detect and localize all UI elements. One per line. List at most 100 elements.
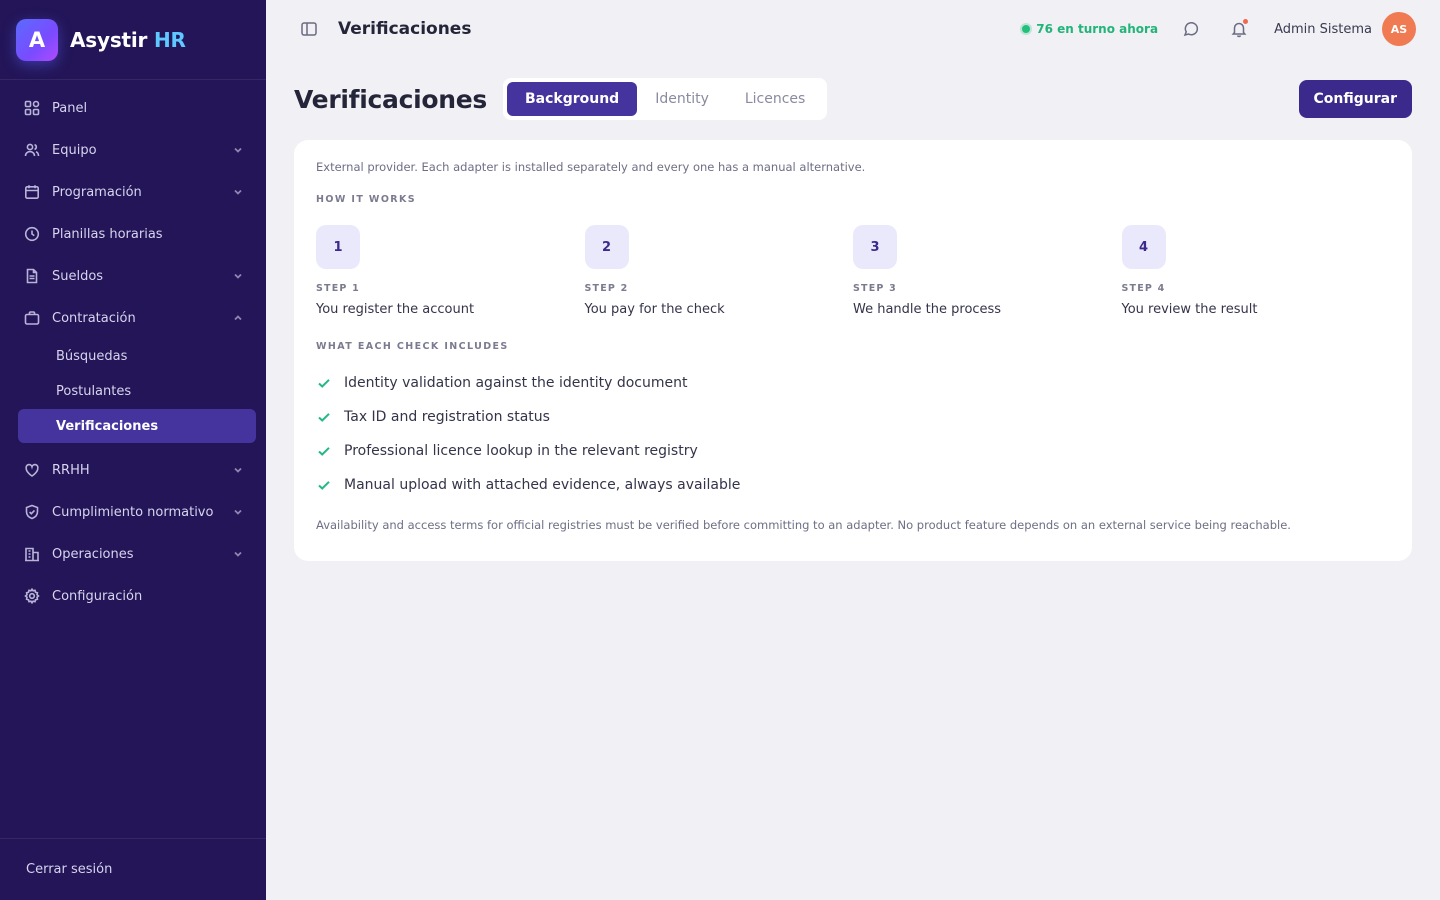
step-number: 4 — [1121, 225, 1166, 269]
user-name[interactable]: Admin Sistema — [1274, 22, 1372, 37]
step-label: STEP 1 — [316, 283, 360, 294]
step-label: STEP 2 — [584, 283, 629, 294]
grid-icon — [24, 100, 40, 116]
card-footnote: Availability and access terms for offici… — [316, 518, 1291, 532]
users-icon — [24, 142, 40, 158]
sidebar-item-label: RRHH — [52, 462, 90, 478]
building-icon — [24, 546, 40, 562]
notifications-button[interactable] — [1230, 19, 1249, 38]
avatar[interactable]: AS — [1382, 12, 1416, 46]
chevron-down-icon — [232, 270, 244, 282]
step-text: You register the account — [316, 302, 475, 317]
sidebar-item-label: Operaciones — [52, 546, 134, 562]
list-item: Tax ID and registration status — [316, 400, 1390, 434]
gear-icon — [24, 588, 40, 604]
sidebar-item-contratacion[interactable]: Contratación — [0, 297, 266, 339]
step-text: We handle the process — [853, 302, 1002, 317]
sidebar-toggle-button[interactable] — [300, 20, 318, 38]
calendar-icon — [24, 184, 40, 200]
chevron-down-icon — [232, 186, 244, 198]
sidebar-item-label: Programación — [52, 184, 142, 200]
sidebar-item-rrhh[interactable]: RRHH — [0, 449, 266, 491]
document-icon — [24, 268, 40, 284]
how-it-works-label: HOW IT WORKS — [316, 194, 417, 205]
step-label: STEP 4 — [1121, 283, 1166, 294]
sidebar-item-sueldos[interactable]: Sueldos — [0, 255, 266, 297]
chevron-down-icon — [232, 548, 244, 560]
card-description: External provider. Each adapter is insta… — [316, 160, 866, 174]
sidebar-item-equipo[interactable]: Equipo — [0, 129, 266, 171]
step-item: 2 STEP 2 You pay for the check — [584, 225, 854, 317]
brand-name: Asystir HR — [70, 28, 186, 52]
configure-button[interactable]: Configurar — [1298, 80, 1412, 118]
sidebar-subitem-busquedas[interactable]: Búsquedas — [0, 339, 266, 374]
sidebar-item-label: Sueldos — [52, 268, 104, 284]
sidebar-item-label: Configuración — [52, 588, 143, 604]
check-icon — [317, 478, 331, 492]
includes-label: WHAT EACH CHECK INCLUDES — [316, 341, 509, 352]
page-header: Verificaciones Background Identity Licen… — [294, 78, 1412, 120]
steps-list: 1 STEP 1 You register the account 2 STEP… — [316, 225, 1390, 317]
sidebar-item-label: Panel — [52, 100, 88, 116]
sidebar-item-configuracion[interactable]: Configuración — [0, 575, 266, 617]
chat-button[interactable] — [1182, 20, 1200, 38]
step-number: 2 — [584, 225, 629, 269]
chevron-up-icon — [232, 312, 244, 324]
step-item: 1 STEP 1 You register the account — [316, 225, 585, 317]
sidebar-item-label: Planillas horarias — [52, 226, 163, 242]
oncall-status[interactable]: 76 en turno ahora — [1022, 22, 1158, 36]
step-item: 3 STEP 3 We handle the process — [853, 225, 1122, 317]
brand-logo: A — [16, 18, 58, 61]
tab-background[interactable]: Background — [506, 82, 638, 116]
sidebar-item-cumplimiento-normativo[interactable]: Cumplimiento normativo — [0, 491, 266, 533]
tab-licences[interactable]: Licences — [727, 82, 823, 116]
chevron-down-icon — [232, 506, 244, 518]
sidebar-item-label: Equipo — [52, 142, 97, 158]
shield-icon — [24, 504, 40, 520]
check-icon — [317, 444, 331, 458]
list-item: Identity validation against the identity… — [316, 366, 1390, 400]
page-title: Verificaciones — [294, 84, 487, 114]
sidebar-nav: Panel Equipo Programación Planillas hora… — [0, 80, 266, 617]
sidebar-subitem-verificaciones[interactable]: Verificaciones — [18, 409, 256, 443]
topbar: Verificaciones 76 en turno ahora Admin S… — [266, 0, 1440, 58]
heart-icon — [24, 462, 40, 478]
list-item: Professional licence lookup in the relev… — [316, 434, 1390, 468]
chat-bubble-icon — [1183, 21, 1199, 37]
briefcase-icon — [24, 310, 40, 326]
sidebar-item-programacion[interactable]: Programación — [0, 171, 266, 213]
sidebar-toggle-icon — [301, 22, 317, 36]
list-item-text: Identity validation against the identity… — [344, 375, 688, 391]
sidebar-subitem-postulantes[interactable]: Postulantes — [0, 374, 266, 409]
sidebar-item-planillas-horarias[interactable]: Planillas horarias — [0, 213, 266, 255]
step-text: You review the result — [1121, 302, 1258, 317]
sidebar-item-operaciones[interactable]: Operaciones — [0, 533, 266, 575]
step-label: STEP 3 — [853, 283, 897, 294]
includes-list: Identity validation against the identity… — [316, 366, 1390, 502]
chevron-down-icon — [232, 464, 244, 476]
step-number: 3 — [853, 225, 897, 269]
topbar-title: Verificaciones — [338, 19, 472, 39]
logout-button[interactable]: Cerrar sesión — [0, 838, 266, 900]
brand[interactable]: A Asystir HR — [0, 0, 266, 80]
tab-bar: Background Identity Licences — [502, 78, 828, 120]
status-dot-icon — [1022, 25, 1031, 33]
sidebar: A Asystir HR Panel Equipo Programación P… — [0, 0, 266, 900]
tab-identity[interactable]: Identity — [637, 82, 727, 116]
clock-icon — [24, 226, 40, 242]
sidebar-submenu-contratacion: Búsquedas Postulantes Verificaciones — [0, 339, 266, 449]
list-item: Manual upload with attached evidence, al… — [316, 468, 1390, 502]
oncall-label: 76 en turno ahora — [1036, 22, 1159, 36]
brand-name-accent: HR — [153, 27, 186, 52]
list-item-text: Manual upload with attached evidence, al… — [344, 477, 741, 493]
brand-name-main: Asystir — [70, 27, 148, 52]
chevron-down-icon — [232, 144, 244, 156]
sidebar-item-label: Cumplimiento normativo — [52, 504, 214, 520]
check-icon — [317, 410, 331, 424]
verification-card: External provider. Each adapter is insta… — [294, 140, 1412, 561]
list-item-text: Professional licence lookup in the relev… — [344, 443, 698, 459]
check-icon — [317, 376, 331, 390]
sidebar-item-label: Contratación — [52, 310, 136, 326]
sidebar-item-panel[interactable]: Panel — [0, 87, 266, 129]
step-number: 1 — [316, 225, 360, 269]
